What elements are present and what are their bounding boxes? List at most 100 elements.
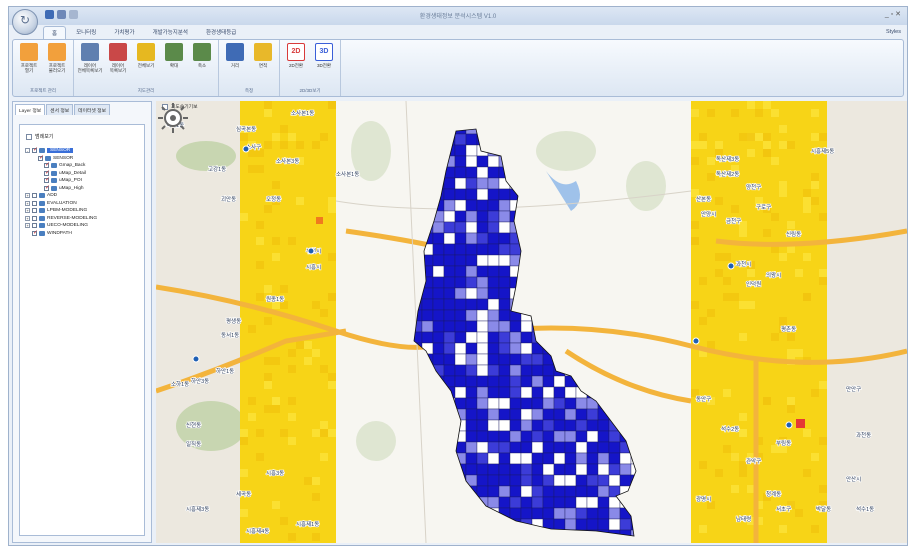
layer-checkbox[interactable] — [32, 193, 37, 199]
layer-checkbox[interactable] — [32, 229, 38, 236]
grid-cell — [454, 232, 467, 245]
layer-icon — [45, 155, 51, 161]
map-marker-icon — [192, 355, 200, 363]
ribbon-button-label: 거리 — [230, 63, 240, 68]
expand-toggle-icon[interactable]: + — [25, 200, 30, 206]
heatmap-cell — [296, 341, 304, 349]
grid-cell — [542, 397, 555, 410]
ribbon-tab[interactable]: 환경생태등급 — [198, 26, 244, 39]
layer-checkbox[interactable] — [32, 208, 37, 214]
expand-toggle-icon[interactable]: + — [25, 223, 30, 229]
grid-cell — [531, 430, 544, 443]
grid-cell — [564, 485, 577, 498]
map-view[interactable]: 지도숨기기보 소사본1동심곡본동소사구소사본3동소사본1동역곡1동고강1동괴안동… — [156, 101, 907, 543]
layer-tree-item[interactable]: Gmap_Back — [25, 161, 143, 170]
layer-checkbox[interactable] — [32, 215, 37, 221]
grid-cell — [465, 342, 478, 355]
ribbon-tab[interactable]: 개발가능지분석 — [145, 26, 196, 39]
ribbon-button[interactable]: 거리 — [222, 43, 248, 68]
layer-checkbox[interactable] — [32, 200, 37, 206]
heatmap-cell — [288, 413, 296, 421]
ribbon-button[interactable]: 프로젝트 열기 — [16, 43, 42, 73]
layer-tree-item[interactable]: + ADD — [25, 192, 143, 200]
layer-tree-item[interactable]: + UECO-MODELING — [25, 222, 143, 230]
application-menu-button[interactable]: ↻ — [12, 9, 38, 35]
ribbon-button[interactable]: 프로젝트 불러오기 — [44, 43, 70, 73]
layer-tree-item[interactable]: + REVERSE-MODELING — [25, 215, 143, 223]
grid-cell — [487, 265, 500, 278]
map-place-label: 박달동 — [816, 505, 831, 513]
layer-tree-item[interactable]: uMap_High — [25, 184, 143, 193]
grid-cell — [498, 485, 511, 498]
panel-tab[interactable]: Layer 정보 — [15, 104, 46, 115]
layer-checkbox[interactable] — [32, 223, 37, 229]
expand-toggle-icon[interactable]: + — [25, 215, 30, 221]
heatmap-cell — [288, 365, 296, 373]
ribbon-button[interactable]: 전체보기 — [133, 43, 159, 73]
heatmap-cell — [755, 109, 763, 117]
ribbon-button[interactable]: 3D 3D전환 — [311, 43, 337, 68]
grid-cell — [465, 188, 478, 201]
ribbon-group-label: 지도관리 — [137, 88, 155, 93]
grid-cell — [454, 364, 467, 377]
grid-cell — [476, 254, 489, 267]
ribbon-button[interactable]: 축소 — [189, 43, 215, 73]
compass-icon[interactable] — [156, 101, 190, 135]
grid-cell — [553, 397, 566, 410]
map-place-label: 구로구 — [756, 204, 771, 211]
layer-checkbox[interactable] — [44, 169, 50, 176]
ribbon-button[interactable]: 레이어 전체목록보기 — [77, 43, 103, 73]
grid-cell — [509, 441, 522, 454]
layer-tree-item[interactable]: WINDPATH — [25, 229, 143, 238]
grid-cell — [454, 353, 467, 366]
ribbon-button[interactable]: 면적 — [250, 43, 276, 68]
heatmap-cell — [312, 493, 320, 501]
layer-panel: Layer 정보센서 정보데이터셋 정보 범례보기 - SENSORSENSOR G… — [12, 101, 152, 543]
layer-checkbox[interactable] — [44, 176, 50, 184]
layer-checkbox[interactable] — [32, 146, 38, 154]
ribbon-button[interactable]: 2D 2D전환 — [283, 43, 309, 68]
grid-cell — [498, 221, 511, 234]
layer-tree-item[interactable]: uMap_Detail — [25, 169, 143, 178]
grid-cell — [487, 342, 500, 355]
grid-cell — [498, 309, 511, 322]
legend-toggle[interactable]: 범례보기 — [26, 133, 53, 140]
ribbon-button[interactable]: 레이어 목록보기 — [105, 43, 131, 73]
styles-menu[interactable]: Styles — [886, 29, 901, 35]
panel-tab[interactable]: 센서 정보 — [46, 104, 74, 115]
panel-tab[interactable]: 데이터셋 정보 — [74, 104, 110, 115]
map-marker-icon — [692, 337, 700, 345]
layer-tree-item[interactable]: + EVALUATION — [25, 200, 143, 208]
layer-tree-item[interactable]: uMap_POI — [25, 176, 143, 185]
grid-cell — [454, 210, 467, 223]
heatmap-cell — [771, 333, 779, 341]
heatmap-cell — [288, 349, 296, 357]
grid-cell — [520, 342, 533, 355]
heatmap-cell — [795, 349, 803, 357]
expand-toggle-icon[interactable]: - — [25, 148, 30, 154]
grid-cell — [454, 144, 467, 157]
grid-cell — [487, 276, 500, 289]
grid-cell — [542, 375, 555, 388]
grid-cell — [498, 243, 511, 256]
layer-checkbox[interactable] — [44, 161, 50, 169]
layer-tree: - SENSORSENSOR Gmap_BackuMap_Detail uMap_PO… — [25, 146, 143, 238]
heatmap-cell — [320, 365, 328, 373]
layer-tree-item[interactable]: + LPBM-MODELING — [25, 207, 143, 215]
expand-toggle-icon[interactable]: + — [25, 193, 30, 199]
ribbon: 프로젝트 열기 프로젝트 불러오기 프로젝트 관리 레이어 전체목록보기 레이어 목록보… — [12, 39, 904, 97]
grid-cell — [432, 331, 445, 344]
ribbon-tab[interactable]: 홈 — [43, 26, 67, 39]
window-controls[interactable]: _ ▫ ✕ — [885, 10, 901, 18]
heatmap-cell — [755, 197, 763, 205]
layer-tree-item[interactable]: SENSOR — [25, 154, 143, 163]
ribbon-tab[interactable]: 모니터링 — [68, 26, 104, 39]
layer-checkbox[interactable] — [44, 184, 50, 191]
ribbon-button[interactable]: 확대 — [161, 43, 187, 73]
ribbon-tab[interactable]: 가치평가 — [106, 26, 142, 39]
grid-cell — [520, 485, 533, 498]
layer-checkbox[interactable] — [38, 154, 44, 161]
grid-cell — [443, 254, 456, 267]
expand-toggle-icon[interactable]: + — [25, 208, 30, 214]
legend-checkbox[interactable] — [26, 133, 32, 140]
